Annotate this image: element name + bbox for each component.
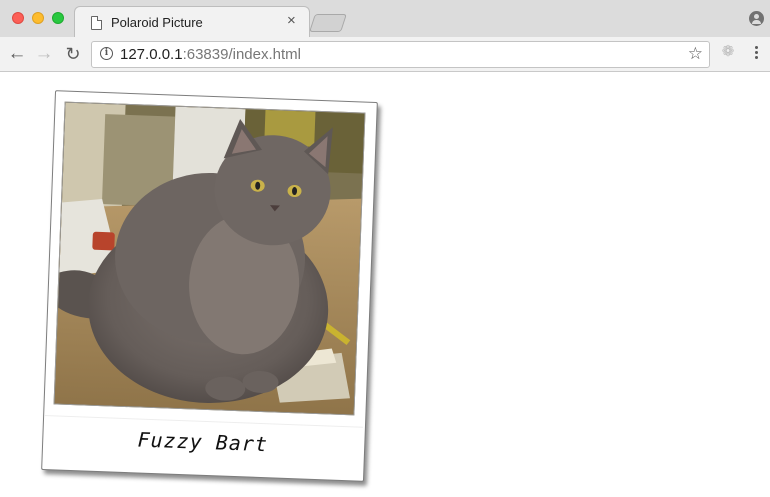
close-tab-icon[interactable]: × [287,13,296,29]
cat-photo [53,101,366,416]
browser-toolbar: ← → ↻ i 127.0.0.1:63839/index.html ☆ [0,37,770,72]
url-path: :63839/index.html [182,46,301,63]
maximize-window-button[interactable] [52,12,64,24]
address-bar[interactable]: i 127.0.0.1:63839/index.html ☆ [91,41,710,68]
forward-button[interactable]: → [32,42,56,66]
info-icon[interactable]: i [100,47,113,60]
browser-menu-icon[interactable] [750,44,762,62]
back-button[interactable]: ← [5,42,29,66]
cat-photo-illustration [54,102,366,416]
url-host: 127.0.0.1 [120,46,183,63]
photo-caption: Fuzzy Bart [137,427,269,457]
browser-titlebar: Polaroid Picture × [0,0,770,37]
reload-button[interactable]: ↻ [61,42,85,66]
bookmark-star-icon[interactable]: ☆ [688,44,703,64]
url-text[interactable]: 127.0.0.1:63839/index.html [120,46,301,63]
polaroid-card: Fuzzy Bart [41,90,378,482]
minimize-window-button[interactable] [32,12,44,24]
tab-title: Polaroid Picture [111,15,203,30]
extension-icon[interactable]: ❁ [720,44,736,60]
new-tab-button[interactable] [309,14,347,32]
page-content: Fuzzy Bart [0,72,770,497]
profile-icon[interactable] [749,11,764,26]
browser-tab[interactable]: Polaroid Picture × [74,6,310,37]
page-icon [91,16,102,30]
close-window-button[interactable] [12,12,24,24]
